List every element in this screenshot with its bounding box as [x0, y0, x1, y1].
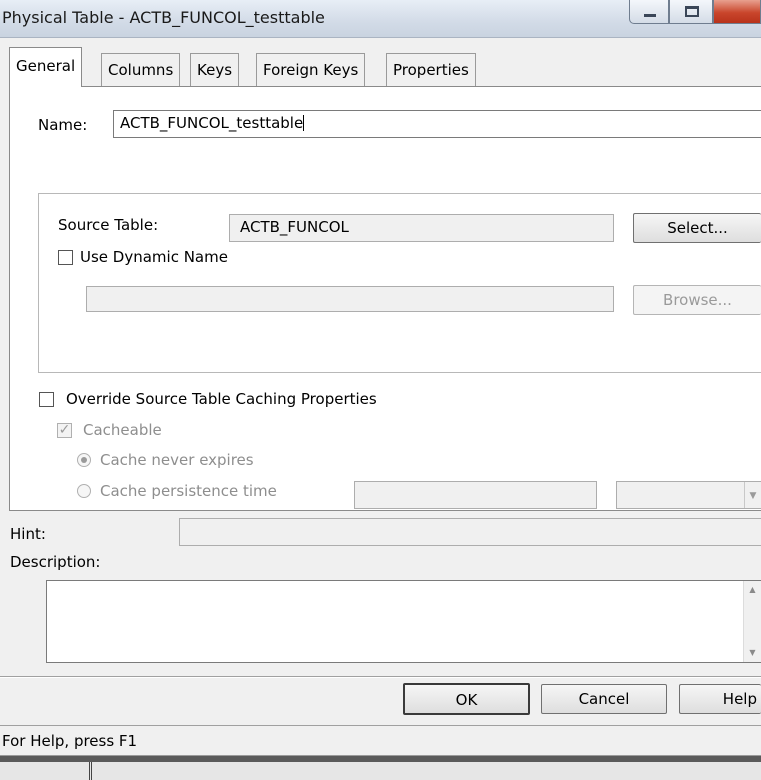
minimize-icon: [644, 14, 656, 17]
browse-button-label: Browse...: [663, 291, 732, 309]
select-button[interactable]: Select...: [633, 213, 761, 243]
tab-label: Properties: [393, 61, 469, 79]
tab-foreign-keys[interactable]: Foreign Keys: [256, 53, 366, 86]
splitter-handle: [89, 762, 92, 780]
override-caching-checkbox[interactable]: [39, 392, 54, 407]
tab-label: Columns: [108, 61, 174, 79]
radio-selected-dot: [81, 457, 87, 463]
tab-keys[interactable]: Keys: [190, 53, 240, 86]
tab-general[interactable]: General: [9, 47, 83, 87]
chevron-down-icon: ▼: [744, 482, 761, 508]
name-field[interactable]: ACTB_FUNCOL_testtable: [113, 110, 761, 138]
maximize-icon: [685, 6, 699, 17]
tab-columns[interactable]: Columns: [101, 53, 181, 86]
window-title: Physical Table - ACTB_FUNCOL_testtable: [2, 8, 325, 27]
hint-field: [179, 518, 761, 546]
ok-button[interactable]: OK: [403, 683, 530, 715]
footer-divider: [0, 676, 761, 678]
description-label: Description:: [10, 553, 101, 571]
help-button-label: Help: [722, 690, 757, 708]
tab-label: Keys: [197, 61, 233, 79]
name-value: ACTB_FUNCOL_testtable: [120, 114, 304, 132]
tab-label: General: [16, 57, 76, 75]
use-dynamic-name-label: Use Dynamic Name: [80, 248, 228, 266]
cache-never-expires-label: Cache never expires: [100, 451, 254, 469]
source-table-field: ACTB_FUNCOL: [229, 214, 614, 242]
scroll-up-icon[interactable]: ▲: [744, 581, 761, 599]
ok-button-label: OK: [455, 691, 478, 709]
cacheable-label: Cacheable: [83, 421, 162, 439]
name-label: Name:: [38, 116, 88, 134]
cache-persistence-label: Cache persistence time: [100, 482, 277, 500]
cancel-button-label: Cancel: [578, 690, 630, 708]
cache-never-expires-radio: [77, 453, 91, 467]
persistence-value-field: [354, 481, 597, 509]
title-bar: Physical Table - ACTB_FUNCOL_testtable: [0, 0, 761, 38]
tab-label: Foreign Keys: [263, 61, 359, 79]
description-scrollbar[interactable]: ▲ ▼: [743, 581, 761, 662]
use-dynamic-name-checkbox[interactable]: [58, 250, 73, 265]
maximize-button[interactable]: [669, 0, 713, 24]
help-button[interactable]: Help: [679, 684, 761, 714]
check-icon: ✓: [58, 422, 71, 438]
scroll-down-icon[interactable]: ▼: [744, 644, 761, 662]
select-button-label: Select...: [667, 219, 728, 237]
source-table-value: ACTB_FUNCOL: [240, 218, 349, 236]
browse-button: Browse...: [633, 285, 761, 315]
source-table-label: Source Table:: [58, 216, 159, 234]
window-bottom-edge: [0, 756, 761, 762]
status-text: For Help, press F1: [2, 732, 138, 750]
hint-label: Hint:: [10, 525, 46, 543]
window-controls: [625, 0, 761, 26]
description-textarea[interactable]: ▲ ▼: [46, 580, 761, 663]
text-cursor: [303, 115, 305, 131]
override-caching-label: Override Source Table Caching Properties: [66, 390, 377, 408]
cache-persistence-radio: [77, 484, 91, 498]
tab-properties[interactable]: Properties: [386, 53, 476, 86]
persistence-unit-combo: ▼: [616, 481, 761, 509]
status-bar: For Help, press F1: [0, 725, 761, 755]
cancel-button[interactable]: Cancel: [541, 684, 667, 714]
minimize-button[interactable]: [629, 0, 669, 24]
cacheable-checkbox: ✓: [57, 423, 72, 438]
dynamic-name-field: [86, 286, 614, 312]
close-button[interactable]: [713, 0, 761, 24]
